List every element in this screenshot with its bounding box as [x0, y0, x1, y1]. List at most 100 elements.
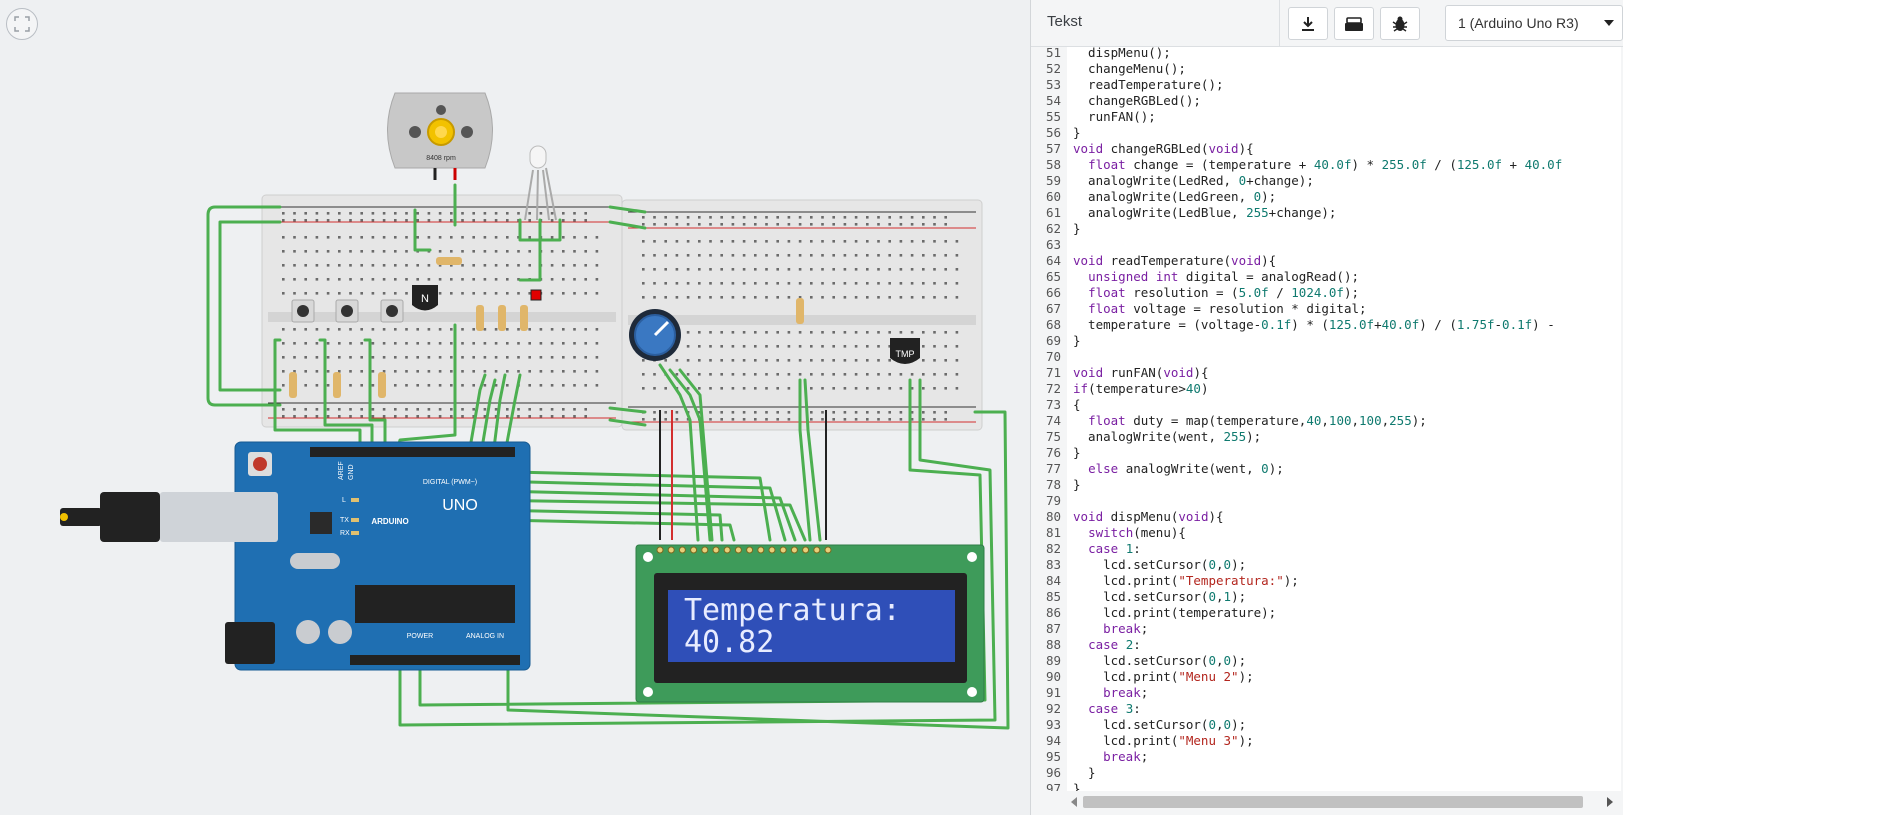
code-line[interactable]: 87 break;: [1031, 621, 1148, 637]
download-button[interactable]: [1288, 7, 1328, 40]
lcd-pin[interactable]: [824, 546, 832, 554]
code-line[interactable]: 85 lcd.setCursor(0,1);: [1031, 589, 1246, 605]
code-text[interactable]: }: [1073, 765, 1096, 780]
code-line[interactable]: 64 void readTemperature(void){: [1031, 253, 1276, 269]
code-text[interactable]: lcd.print("Menu 3");: [1073, 733, 1254, 748]
lcd-pin[interactable]: [712, 546, 720, 554]
lcd-pin[interactable]: [723, 546, 731, 554]
code-line[interactable]: 60 analogWrite(LedGreen, 0);: [1031, 189, 1276, 205]
code-line[interactable]: 57 void changeRGBLed(void){: [1031, 141, 1254, 157]
code-text[interactable]: break;: [1073, 749, 1148, 764]
code-line[interactable]: 89 lcd.setCursor(0,0);: [1031, 653, 1246, 669]
library-button[interactable]: [1334, 7, 1374, 40]
code-line[interactable]: 73 {: [1031, 397, 1081, 413]
code-line[interactable]: 81 switch(menu){: [1031, 525, 1186, 541]
code-line[interactable]: 92 case 3:: [1031, 701, 1141, 717]
code-mode-label[interactable]: Tekst: [1047, 0, 1082, 44]
device-selector[interactable]: 1 (Arduino Uno R3): [1445, 5, 1623, 41]
debugger-button[interactable]: [1380, 7, 1420, 40]
code-text[interactable]: }: [1073, 477, 1081, 492]
code-line[interactable]: 76}: [1031, 445, 1081, 461]
code-text[interactable]: lcd.print("Temperatura:");: [1073, 573, 1299, 588]
code-text[interactable]: case 1:: [1073, 541, 1141, 556]
code-text[interactable]: break;: [1073, 685, 1148, 700]
code-line[interactable]: 95 break;: [1031, 749, 1148, 765]
code-editor[interactable]: 51 dispMenu(); 52 changeMenu(); 53 readTem…: [1031, 47, 1621, 791]
code-text[interactable]: void runFAN(void){: [1073, 365, 1209, 380]
lcd-pin[interactable]: [813, 546, 821, 554]
code-text[interactable]: lcd.print(temperature);: [1073, 605, 1276, 620]
code-line[interactable]: 51 dispMenu();: [1031, 47, 1171, 61]
code-line[interactable]: 96 }: [1031, 765, 1096, 781]
lcd-pin[interactable]: [802, 546, 810, 554]
circuit-canvas[interactable]: 8408 rpm N TMP ARDUINO UNO DIGITAL (PWM~…: [0, 0, 1030, 815]
code-line[interactable]: 70: [1031, 349, 1073, 365]
code-line[interactable]: 54 changeRGBLed();: [1031, 93, 1201, 109]
code-text[interactable]: analogWrite(LedRed, 0+change);: [1073, 173, 1314, 188]
code-text[interactable]: changeRGBLed();: [1073, 93, 1201, 108]
code-line[interactable]: 68 temperature = (voltage-0.1f) * (125.0…: [1031, 317, 1555, 333]
code-line[interactable]: 67 float voltage = resolution * digital;: [1031, 301, 1367, 317]
code-line[interactable]: 72 if(temperature>40): [1031, 381, 1209, 397]
code-line[interactable]: 90 lcd.print("Menu 2");: [1031, 669, 1254, 685]
temperature-sensor[interactable]: TMP: [890, 338, 920, 364]
code-line[interactable]: 59 analogWrite(LedRed, 0+change);: [1031, 173, 1314, 189]
circuit-diagram[interactable]: 8408 rpm N TMP ARDUINO UNO DIGITAL (PWM~…: [0, 0, 1030, 815]
code-line[interactable]: 86 lcd.print(temperature);: [1031, 605, 1276, 621]
potentiometer[interactable]: [629, 309, 681, 361]
dc-motor[interactable]: 8408 rpm: [387, 92, 493, 180]
code-line[interactable]: 78}: [1031, 477, 1081, 493]
code-line[interactable]: 69}: [1031, 333, 1081, 349]
code-text[interactable]: changeMenu();: [1073, 61, 1186, 76]
lcd-pin[interactable]: [746, 546, 754, 554]
lcd-pin[interactable]: [656, 546, 664, 554]
arduino-uno[interactable]: ARDUINO UNO DIGITAL (PWM~) POWER ANALOG …: [60, 441, 531, 671]
code-text[interactable]: }: [1073, 221, 1081, 236]
code-text[interactable]: {: [1073, 397, 1081, 412]
code-text[interactable]: }: [1073, 781, 1081, 791]
code-text[interactable]: analogWrite(went, 255);: [1073, 429, 1261, 444]
code-text[interactable]: float duty = map(temperature,40,100,100,…: [1073, 413, 1427, 428]
code-text[interactable]: lcd.print("Menu 2");: [1073, 669, 1254, 684]
code-text[interactable]: void readTemperature(void){: [1073, 253, 1276, 268]
code-line[interactable]: 65 unsigned int digital = analogRead();: [1031, 269, 1359, 285]
code-line[interactable]: 75 analogWrite(went, 255);: [1031, 429, 1261, 445]
code-text[interactable]: readTemperature();: [1073, 77, 1223, 92]
code-line[interactable]: 79: [1031, 493, 1073, 509]
code-text[interactable]: if(temperature>40): [1073, 381, 1209, 396]
code-line[interactable]: 84 lcd.print("Temperatura:");: [1031, 573, 1299, 589]
code-text[interactable]: }: [1073, 445, 1081, 460]
push-buttons[interactable]: [291, 299, 404, 323]
code-text[interactable]: dispMenu();: [1073, 47, 1171, 60]
code-line[interactable]: 80 void dispMenu(void){: [1031, 509, 1224, 525]
code-text[interactable]: }: [1073, 333, 1081, 348]
code-text[interactable]: analogWrite(LedBlue, 255+change);: [1073, 205, 1336, 220]
code-line[interactable]: 82 case 1:: [1031, 541, 1141, 557]
code-text[interactable]: temperature = (voltage-0.1f) * (125.0f+4…: [1073, 317, 1555, 332]
lcd-pin[interactable]: [734, 546, 742, 554]
code-text[interactable]: void changeRGBLed(void){: [1073, 141, 1254, 156]
code-line[interactable]: 77 else analogWrite(went, 0);: [1031, 461, 1284, 477]
code-line[interactable]: 66 float resolution = (5.0f / 1024.0f);: [1031, 285, 1359, 301]
code-line[interactable]: 83 lcd.setCursor(0,0);: [1031, 557, 1246, 573]
scroll-right-icon[interactable]: [1607, 797, 1613, 807]
breadboard-left[interactable]: [261, 194, 623, 428]
lcd-pin[interactable]: [768, 546, 776, 554]
code-text[interactable]: runFAN();: [1073, 109, 1156, 124]
code-line[interactable]: 71 void runFAN(void){: [1031, 365, 1209, 381]
code-text[interactable]: break;: [1073, 621, 1148, 636]
code-line[interactable]: 62}: [1031, 221, 1081, 237]
fullscreen-button[interactable]: [6, 8, 38, 40]
lcd-display[interactable]: Temperatura: 40.82: [635, 544, 985, 703]
code-text[interactable]: case 3:: [1073, 701, 1141, 716]
code-text[interactable]: float change = (temperature + 40.0f) * 2…: [1073, 157, 1562, 172]
code-line[interactable]: 93 lcd.setCursor(0,0);: [1031, 717, 1246, 733]
code-text[interactable]: lcd.setCursor(0,0);: [1073, 717, 1246, 732]
horizontal-scrollbar[interactable]: [1031, 791, 1621, 813]
lcd-pin[interactable]: [701, 546, 709, 554]
code-line[interactable]: 97}: [1031, 781, 1081, 791]
code-text[interactable]: analogWrite(LedGreen, 0);: [1073, 189, 1276, 204]
code-text[interactable]: lcd.setCursor(0,1);: [1073, 589, 1246, 604]
scrollbar-thumb[interactable]: [1083, 796, 1583, 808]
lcd-pin[interactable]: [779, 546, 787, 554]
